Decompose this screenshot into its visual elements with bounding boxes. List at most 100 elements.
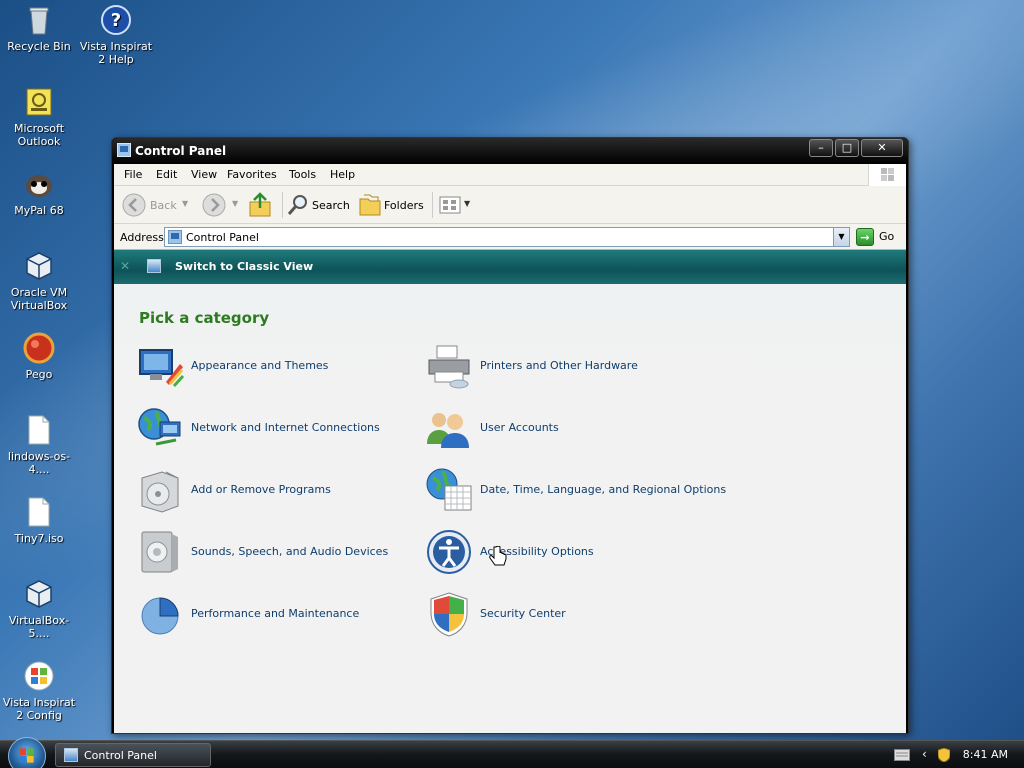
minimize-button[interactable]: – [809, 139, 833, 157]
up-folder-button[interactable] [248, 192, 274, 218]
tray-expand-icon[interactable]: ‹ [922, 747, 927, 761]
menu-edit[interactable]: Edit [156, 168, 177, 181]
close-icon[interactable]: ✕ [120, 259, 130, 273]
control-panel-icon [117, 143, 131, 157]
desktop-icon-tiny7-iso[interactable]: Tiny7.iso [0, 496, 78, 545]
performance-pie-icon [141, 597, 179, 635]
forward-dropdown-icon[interactable]: ▼ [232, 199, 238, 208]
category-label: Performance and Maintenance [191, 607, 360, 620]
address-field[interactable]: Control Panel ▼ [164, 227, 850, 247]
desktop-icon-label: Vista Inspirat 2 Help [79, 40, 153, 66]
category-printers-hardware[interactable]: Printers and Other Hardware [425, 342, 705, 392]
desktop-icon-label: VirtualBox-5.... [8, 614, 70, 640]
menu-help[interactable]: Help [330, 168, 355, 181]
category-accessibility-options[interactable]: Accessibility Options [425, 528, 705, 578]
desktop-icon-pego[interactable]: Pego [0, 332, 78, 381]
views-button[interactable]: ▼ [439, 192, 473, 218]
desktop-icon-lindows-os[interactable]: lindows-os-4.... [0, 414, 78, 476]
category-label: Security Center [480, 607, 566, 620]
desktop-icon-virtualbox-installer[interactable]: VirtualBox-5.... [0, 578, 78, 640]
search-icon [287, 195, 307, 215]
go-button[interactable]: → Go [854, 227, 904, 247]
outlook-icon [23, 86, 55, 118]
taskbar-button-control-panel[interactable]: Control Panel [55, 743, 211, 767]
mypal-icon [23, 168, 55, 200]
back-label: Back [150, 199, 177, 212]
forward-button[interactable]: ▼ [202, 192, 242, 218]
title-bar[interactable]: Control Panel – □ ✕ [112, 138, 908, 164]
control-panel-icon [168, 230, 182, 244]
windows-flag-icon [868, 164, 906, 186]
security-shield-icon[interactable] [938, 748, 950, 762]
category-add-remove-programs[interactable]: Add or Remove Programs [136, 466, 416, 516]
taskbar: Control Panel ‹ 8:41 AM [0, 737, 1024, 768]
start-button[interactable] [8, 737, 46, 768]
category-date-time-language-regional[interactable]: Date, Time, Language, and Regional Optio… [425, 466, 726, 516]
menu-favorites[interactable]: Favorites [227, 168, 277, 181]
search-button[interactable]: Search [286, 192, 352, 218]
speaker-icon [141, 531, 178, 573]
add-remove-programs-icon [141, 471, 179, 513]
category-appearance-themes[interactable]: Appearance and Themes [136, 342, 416, 392]
address-bar: Address Control Panel ▼ → Go [114, 224, 906, 250]
desktop-icon-label: Oracle VM VirtualBox [10, 286, 68, 312]
folders-button[interactable]: Folders [358, 192, 428, 218]
toolbar-separator [432, 192, 433, 218]
desktop-icon-oracle-vm-virtualbox[interactable]: Oracle VM VirtualBox [0, 250, 78, 312]
category-performance-maintenance[interactable]: Performance and Maintenance [136, 590, 416, 640]
toolbar: Back ▼ ▼ Search Folders ▼ [114, 186, 906, 224]
system-tray: ‹ 8:41 AM [894, 741, 1024, 768]
menu-tools[interactable]: Tools [289, 168, 316, 181]
window-title: Control Panel [135, 144, 227, 158]
recycle-bin-icon [23, 4, 55, 36]
menu-view[interactable]: View [191, 168, 217, 181]
category-sounds-speech-audio[interactable]: Sounds, Speech, and Audio Devices [136, 528, 416, 578]
back-arrow-icon [122, 193, 146, 217]
category-label: Sounds, Speech, and Audio Devices [191, 545, 389, 558]
address-label: Address [120, 231, 164, 244]
desktop-icon-label: MyPal 68 [14, 204, 64, 217]
virtualbox-icon [23, 578, 55, 610]
category-label: Date, Time, Language, and Regional Optio… [480, 483, 727, 496]
classic-view-icon [147, 259, 161, 273]
switch-to-classic-view-link[interactable]: Switch to Classic View [175, 260, 313, 273]
desktop-icon-mypal[interactable]: MyPal 68 [0, 168, 78, 217]
desktop-icon-vista-inspirat-help[interactable]: ? Vista Inspirat 2 Help [77, 4, 155, 66]
back-dropdown-icon[interactable]: ▼ [182, 199, 188, 208]
folders-icon [359, 194, 381, 216]
back-button[interactable]: Back ▼ [122, 192, 188, 218]
toolbar-separator [282, 192, 283, 218]
search-label: Search [312, 199, 350, 212]
keyboard-icon[interactable] [894, 749, 910, 761]
close-button[interactable]: ✕ [861, 139, 903, 157]
security-shield-icon [430, 592, 468, 637]
classic-view-banner: ✕ Switch to Classic View [114, 250, 906, 284]
category-user-accounts[interactable]: User Accounts [425, 404, 705, 454]
windows-logo-icon [23, 660, 55, 692]
control-panel-window: Control Panel – □ ✕ File Edit View Favor… [111, 137, 909, 734]
category-label: User Accounts [480, 421, 559, 434]
help-icon: ? [100, 4, 132, 36]
desktop-icon-recycle-bin[interactable]: Recycle Bin [0, 4, 78, 53]
menu-bar: File Edit View Favorites Tools Help [114, 164, 906, 186]
desktop-icon-label: Tiny7.iso [14, 532, 64, 545]
desktop-icon-label: Microsoft Outlook [13, 122, 65, 148]
pego-icon [23, 332, 55, 364]
desktop-icon-label: Vista Inspirat 2 Config [2, 696, 76, 722]
control-panel-icon [64, 748, 78, 762]
desktop-icon-vista-inspirat-config[interactable]: Vista Inspirat 2 Config [0, 660, 78, 722]
category-security-center[interactable]: Security Center [425, 590, 705, 640]
menu-file[interactable]: File [124, 168, 142, 181]
category-label: Network and Internet Connections [191, 421, 380, 434]
system-clock[interactable]: 8:41 AM [963, 748, 1008, 761]
appearance-themes-icon [139, 349, 184, 388]
desktop-icon-label: Pego [25, 368, 53, 381]
desktop-icon-microsoft-outlook[interactable]: Microsoft Outlook [0, 86, 78, 148]
views-dropdown-icon: ▼ [464, 199, 471, 208]
windows-logo-icon [19, 748, 34, 763]
address-dropdown-button[interactable]: ▼ [833, 228, 849, 246]
category-network-internet[interactable]: Network and Internet Connections [136, 404, 416, 454]
go-arrow-icon: → [856, 228, 874, 246]
accessibility-icon [427, 530, 471, 574]
maximize-button[interactable]: □ [835, 139, 859, 157]
